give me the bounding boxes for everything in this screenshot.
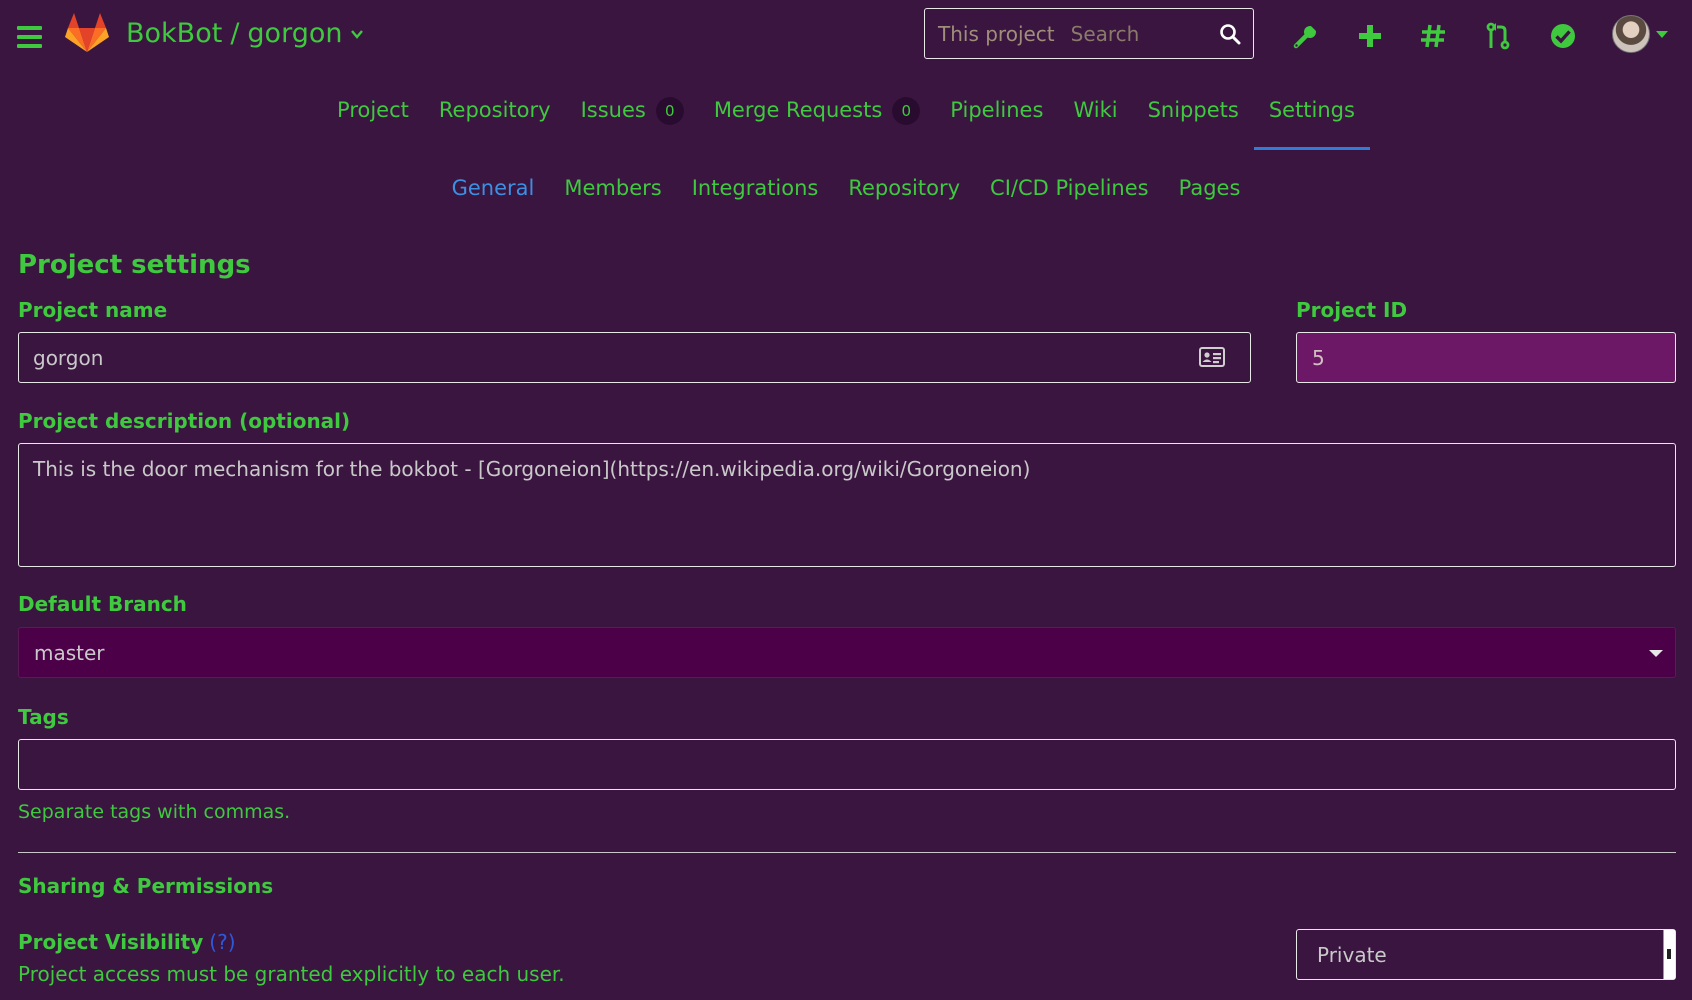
merge-request-icon[interactable] <box>1483 20 1513 52</box>
project-name-label: Project name <box>18 298 168 322</box>
nav-pipelines[interactable]: Pipelines <box>935 74 1058 150</box>
project-id-label: Project ID <box>1296 298 1408 322</box>
hash-icon[interactable] <box>1418 20 1448 52</box>
search-scope-label[interactable]: This project <box>938 22 1055 46</box>
nav-repository[interactable]: Repository <box>424 74 566 150</box>
visibility-value: Private <box>1317 942 1387 967</box>
top-navbar: BokBot / gorgon This project <box>0 0 1692 74</box>
nav-settings[interactable]: Settings <box>1253 74 1371 150</box>
contact-card-icon[interactable] <box>1199 347 1225 367</box>
subnav-pages[interactable]: Pages <box>1164 176 1256 226</box>
menu-icon[interactable] <box>17 26 42 48</box>
subnav-ci-cd-pipelines[interactable]: CI/CD Pipelines <box>975 176 1164 226</box>
group-name[interactable]: BokBot <box>126 18 222 49</box>
caret-down-icon[interactable] <box>1656 30 1668 38</box>
nav-merge-requests[interactable]: Merge Requests 0 <box>699 74 935 150</box>
visibility-help-text: Project access must be granted explicitl… <box>18 962 565 986</box>
visibility-help-link[interactable]: (?) <box>209 930 235 954</box>
check-circle-icon[interactable] <box>1548 20 1578 52</box>
default-branch-value: master <box>34 640 105 665</box>
merge-requests-count-badge: 0 <box>892 97 921 125</box>
avatar[interactable] <box>1612 15 1650 53</box>
settings-subnav: General Members Integrations Repository … <box>0 150 1692 226</box>
subnav-repository[interactable]: Repository <box>833 176 975 226</box>
subnav-members[interactable]: Members <box>549 176 676 226</box>
project-visibility-label: Project Visibility (?) <box>18 930 236 954</box>
project-name-field[interactable] <box>18 332 1251 383</box>
subnav-general[interactable]: General <box>437 176 550 226</box>
project-nav: Project Repository Issues 0 Merge Request… <box>0 74 1692 150</box>
project-id-field <box>1296 332 1676 383</box>
default-branch-select[interactable]: master <box>18 627 1676 678</box>
project-visibility-select[interactable]: Private <box>1296 929 1676 980</box>
project-name-title[interactable]: gorgon <box>247 18 342 49</box>
wrench-icon[interactable] <box>1290 20 1320 52</box>
tags-field[interactable] <box>18 739 1676 790</box>
gitlab-logo-icon[interactable] <box>64 12 110 54</box>
chevron-down-icon[interactable] <box>350 27 364 41</box>
sharing-permissions-title: Sharing & Permissions <box>18 874 274 898</box>
search-input[interactable] <box>1070 21 1219 46</box>
tags-help-text: Separate tags with commas. <box>18 801 291 823</box>
nav-project[interactable]: Project <box>322 74 424 150</box>
tags-label: Tags <box>18 705 69 729</box>
search-box[interactable]: This project <box>924 8 1254 59</box>
issues-count-badge: 0 <box>655 97 684 125</box>
nav-snippets[interactable]: Snippets <box>1133 74 1254 150</box>
user-menu[interactable] <box>1612 15 1668 53</box>
nav-wiki[interactable]: Wiki <box>1058 74 1132 150</box>
search-icon[interactable] <box>1219 23 1241 45</box>
plus-icon[interactable] <box>1355 20 1385 52</box>
project-description-field[interactable]: This is the door mechanism for the bokbo… <box>18 443 1676 567</box>
section-divider <box>18 852 1676 853</box>
dropdown-caret-icon[interactable] <box>1649 650 1663 657</box>
project-switcher[interactable]: BokBot / gorgon <box>126 18 364 49</box>
title-separator: / <box>230 18 240 49</box>
nav-issues[interactable]: Issues 0 <box>566 74 699 150</box>
subnav-integrations[interactable]: Integrations <box>677 176 834 226</box>
select-scrollbar[interactable] <box>1663 930 1675 979</box>
page-title: Project settings <box>18 250 251 280</box>
default-branch-label: Default Branch <box>18 592 187 616</box>
project-description-label: Project description (optional) <box>18 409 351 433</box>
